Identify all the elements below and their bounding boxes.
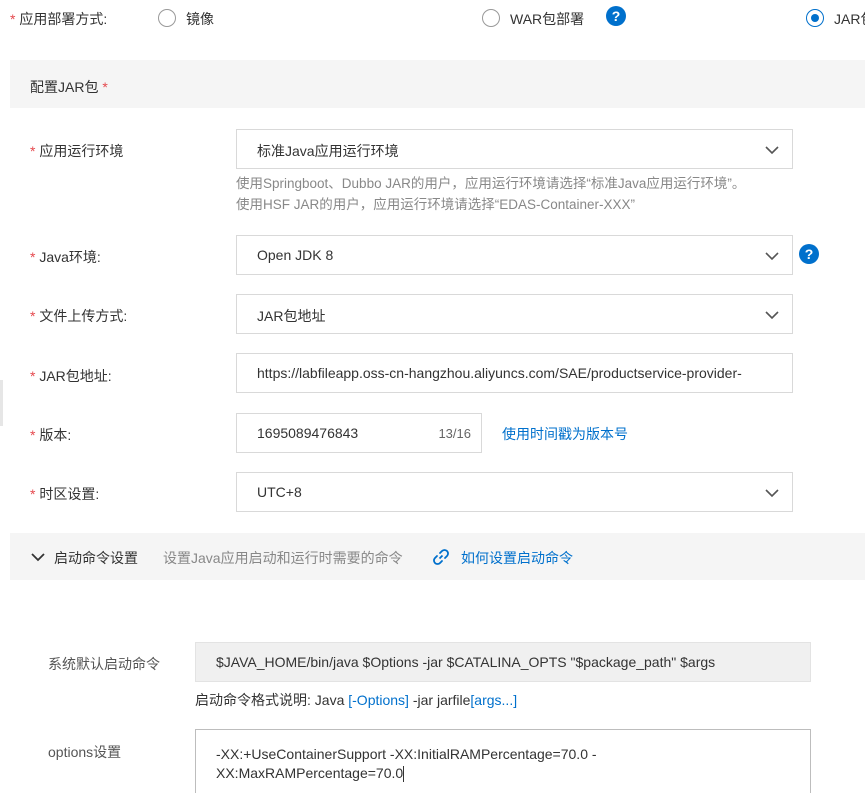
format-jar: -jar jarfile (412, 692, 471, 708)
runtime-value: 标准Java应用运行环境 (257, 143, 399, 159)
runtime-select[interactable]: 标准Java应用运行环境 (236, 129, 793, 169)
radio-image-label: 镜像 (186, 11, 214, 27)
jar-url-label-text: JAR包地址: (39, 368, 112, 384)
jar-url-label: * JAR包地址: (30, 366, 112, 386)
upload-label: * 文件上传方式: (30, 306, 127, 326)
radio-war-label: WAR包部署 (510, 11, 585, 27)
radio-war-circle[interactable] (482, 9, 500, 27)
timezone-select[interactable]: UTC+8 (236, 472, 793, 512)
radio-jar[interactable]: JAR包 (806, 8, 865, 28)
radio-image[interactable]: 镜像 (158, 8, 228, 28)
runtime-label: * 应用运行环境 (30, 141, 123, 161)
format-description: 启动命令格式说明: Java [-Options] -jar jarfile[a… (195, 690, 517, 710)
required-mark: * (30, 308, 36, 324)
howto-startup-link[interactable]: 如何设置启动命令 (461, 548, 573, 568)
required-mark: * (30, 368, 36, 384)
timezone-label-text: 时区设置: (39, 486, 100, 502)
default-command-text: $JAVA_HOME/bin/java $Options -jar $CATAL… (216, 654, 716, 670)
radio-image-circle[interactable] (158, 9, 176, 27)
deploy-method-text: 应用部署方式: (19, 11, 108, 27)
version-value: 1695089476843 (257, 425, 359, 441)
version-counter: 13/16 (438, 426, 471, 441)
question-circle-icon[interactable]: ? (606, 6, 626, 26)
runtime-label-text: 应用运行环境 (39, 143, 124, 159)
section-title-text: 配置JAR包 (30, 79, 99, 95)
format-prefix: 启动命令格式说明: (195, 692, 311, 708)
section-title: 配置JAR包 * (30, 77, 108, 97)
version-input[interactable]: 1695089476843 13/16 (236, 413, 482, 453)
options-line-1: -XX:+UseContainerSupport -XX:InitialRAMP… (216, 746, 597, 762)
chevron-down-icon (765, 146, 779, 155)
link-icon (433, 549, 449, 565)
radio-war[interactable]: WAR包部署 (482, 8, 592, 28)
required-mark: * (30, 249, 36, 265)
java-env-value: Open JDK 8 (257, 247, 334, 263)
options-label: options设置 (48, 744, 122, 760)
version-label-text: 版本: (39, 427, 72, 443)
text-caret (403, 766, 405, 783)
upload-label-text: 文件上传方式: (39, 308, 128, 324)
version-label: * 版本: (30, 425, 71, 445)
options-line-2: XX:MaxRAMPercentage=70.0 (216, 765, 404, 781)
jar-url-input[interactable]: https://labfileapp.oss-cn-hangzhou.aliyu… (236, 353, 793, 393)
options-textarea[interactable]: -XX:+UseContainerSupport -XX:InitialRAMP… (195, 729, 811, 793)
jar-url-value: https://labfileapp.oss-cn-hangzhou.aliyu… (257, 365, 742, 381)
startup-title: 启动命令设置 (54, 550, 138, 566)
format-options: [-Options] (348, 692, 409, 708)
question-circle-icon[interactable]: ? (799, 244, 819, 264)
required-mark: * (30, 486, 36, 502)
java-env-label: * Java环境: (30, 247, 101, 267)
required-mark: * (30, 143, 36, 159)
default-command-field: $JAVA_HOME/bin/java $Options -jar $CATAL… (195, 642, 811, 682)
required-mark: * (10, 11, 16, 27)
format-args: [args...] (470, 692, 518, 708)
section-header: 配置JAR包 * (10, 60, 865, 108)
java-env-select[interactable]: Open JDK 8 (236, 235, 793, 275)
deploy-method-label: * 应用部署方式: (10, 9, 107, 29)
startup-desc: 设置Java应用启动和运行时需要的命令 (163, 550, 403, 566)
chevron-down-icon (765, 252, 779, 261)
runtime-hint-2: 使用HSF JAR的用户，应用运行环境请选择“EDAS-Container-XX… (236, 197, 636, 212)
upload-select[interactable]: JAR包地址 (236, 294, 793, 334)
chevron-down-icon (765, 489, 779, 498)
chevron-down-icon (765, 311, 779, 320)
upload-value: JAR包地址 (257, 308, 326, 324)
default-command-label: 系统默认启动命令 (48, 656, 160, 672)
timezone-value: UTC+8 (257, 484, 302, 500)
timezone-label: * 时区设置: (30, 484, 99, 504)
timestamp-version-link[interactable]: 使用时间戳为版本号 (502, 424, 628, 444)
runtime-hint-1: 使用Springboot、Dubbo JAR的用户，应用运行环境请选择“标准Ja… (236, 176, 746, 191)
format-java: Java (314, 692, 345, 708)
radio-jar-label: JAR包 (834, 11, 865, 27)
required-mark: * (102, 79, 108, 95)
side-marker (0, 380, 3, 426)
chevron-down-icon[interactable] (30, 549, 46, 565)
startup-command-bar[interactable]: 启动命令设置 设置Java应用启动和运行时需要的命令 如何设置启动命令 (10, 533, 865, 580)
radio-jar-circle[interactable] (806, 9, 824, 27)
options-line-2-wrap: XX:MaxRAMPercentage=70.0 (216, 764, 405, 783)
java-env-label-text: Java环境: (39, 249, 101, 265)
required-mark: * (30, 427, 36, 443)
